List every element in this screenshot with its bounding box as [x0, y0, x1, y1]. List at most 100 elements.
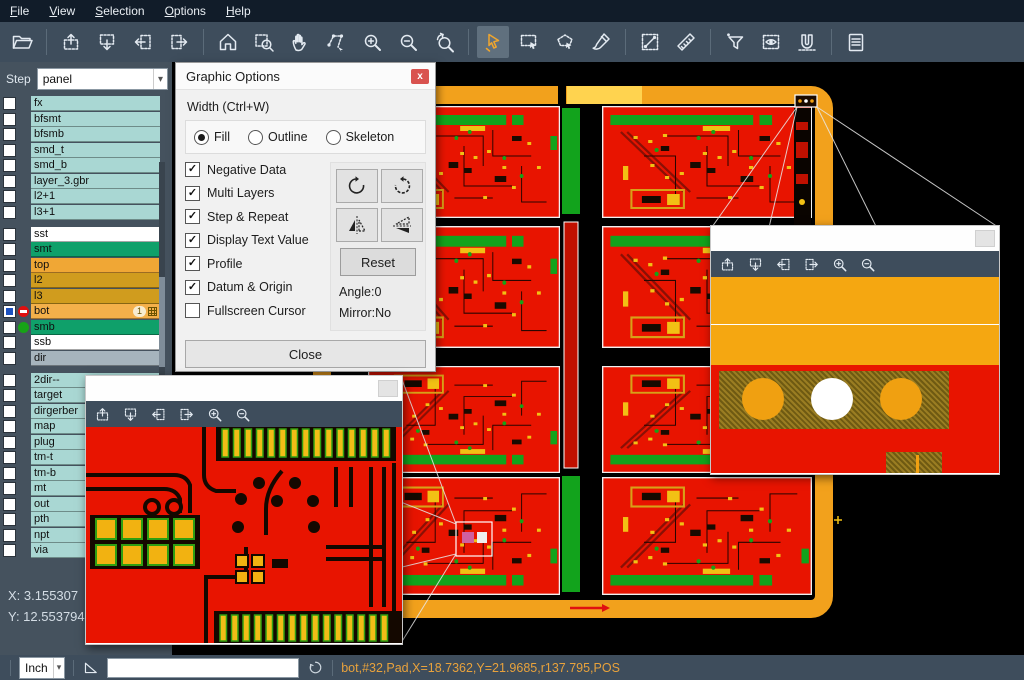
layer-visibility-checkbox[interactable] — [3, 498, 16, 511]
layer-visibility-checkbox[interactable] — [3, 451, 16, 464]
move-vertex-button[interactable] — [320, 26, 352, 58]
layer-visibility-checkbox[interactable] — [3, 159, 16, 172]
layer-row[interactable]: l3 — [0, 289, 172, 304]
magnifier-titlebar[interactable] — [86, 376, 402, 401]
filter-button[interactable] — [719, 26, 751, 58]
layer-label[interactable]: smd_b — [31, 158, 160, 173]
corner-measure-icon[interactable] — [82, 659, 99, 676]
shift-left-icon[interactable] — [150, 406, 167, 423]
open-button[interactable] — [6, 26, 38, 58]
layer-visibility-checkbox[interactable] — [3, 529, 16, 542]
chevron-down-icon[interactable]: ▾ — [153, 69, 167, 89]
layer-label[interactable]: bot 1 — [31, 304, 160, 319]
display-option-checkbox-row[interactable]: ✓ Multi Layers — [185, 186, 330, 201]
layer-row[interactable]: bfsmb — [0, 127, 172, 142]
close-button[interactable]: Close — [185, 340, 426, 368]
panel-menu-button[interactable] — [378, 380, 398, 397]
close-icon[interactable]: x — [411, 69, 429, 84]
layer-visibility-checkbox[interactable] — [3, 128, 16, 141]
menu-item[interactable]: Selection — [85, 0, 154, 22]
chevron-down-icon[interactable]: ▾ — [53, 658, 65, 678]
checkbox-icon[interactable] — [185, 303, 200, 318]
display-option-checkbox-row[interactable]: ✓ Negative Data — [185, 162, 330, 177]
zoom-out-icon[interactable] — [234, 406, 251, 423]
shift-down-icon[interactable] — [122, 406, 139, 423]
layer-visibility-checkbox[interactable] — [3, 482, 16, 495]
shift-left-button[interactable] — [127, 26, 159, 58]
display-option-checkbox-row[interactable]: ✓ Step & Repeat — [185, 209, 330, 224]
rotate-cw-button[interactable] — [336, 169, 378, 203]
measure-line-button[interactable] — [634, 26, 666, 58]
layer-row[interactable]: smb — [0, 320, 172, 335]
layer-visibility-checkbox[interactable] — [3, 405, 16, 418]
layer-row[interactable]: l2+1 — [0, 189, 172, 204]
shift-up-button[interactable] — [55, 26, 87, 58]
layer-label[interactable]: l3+1 — [31, 205, 160, 220]
layer-label[interactable]: bfsmt — [31, 112, 160, 127]
layer-visibility-checkbox[interactable] — [3, 374, 16, 387]
shift-up-icon[interactable] — [719, 256, 736, 273]
zoom-window-button[interactable] — [248, 26, 280, 58]
layer-label[interactable]: l2 — [31, 273, 160, 288]
snap-button[interactable] — [791, 26, 823, 58]
layer-visibility-checkbox[interactable] — [3, 420, 16, 433]
fill-mode-radio[interactable]: Skeleton — [326, 130, 395, 145]
layer-visibility-checkbox[interactable] — [3, 175, 16, 188]
shift-right-icon[interactable] — [178, 406, 195, 423]
checkbox-icon[interactable]: ✓ — [185, 233, 200, 248]
checkbox-icon[interactable]: ✓ — [185, 209, 200, 224]
layer-label[interactable]: top — [31, 258, 160, 273]
layer-row[interactable]: sst — [0, 227, 172, 242]
zoom-in-icon[interactable] — [831, 256, 848, 273]
magnifier-pcb-view[interactable] — [711, 277, 999, 473]
layer-label[interactable]: smt — [31, 242, 160, 257]
layer-row[interactable]: l2 — [0, 273, 172, 288]
display-option-checkbox-row[interactable]: ✓ Profile — [185, 256, 330, 271]
menu-item[interactable]: File — [0, 0, 39, 22]
zoom-in-button[interactable] — [356, 26, 388, 58]
shift-up-icon[interactable] — [94, 406, 111, 423]
shift-down-button[interactable] — [91, 26, 123, 58]
zoom-out-button[interactable] — [392, 26, 424, 58]
layer-row[interactable]: ssb — [0, 335, 172, 350]
report-button[interactable] — [840, 26, 872, 58]
layer-label[interactable]: dir — [31, 351, 160, 366]
unit-select[interactable]: Inch ▾ — [19, 657, 65, 679]
layer-label[interactable]: smd_t — [31, 143, 160, 158]
layer-visibility-checkbox[interactable] — [3, 336, 16, 349]
layer-row[interactable]: l3+1 — [0, 205, 172, 220]
layer-label[interactable]: layer_3.gbr — [31, 174, 160, 189]
layer-visibility-checkbox[interactable] — [3, 544, 16, 557]
layer-visibility-checkbox[interactable] — [3, 243, 16, 256]
layer-row[interactable]: bot 1 — [0, 304, 172, 319]
rotate-ccw-button[interactable] — [381, 169, 423, 203]
checkbox-icon[interactable]: ✓ — [185, 256, 200, 271]
home-view-button[interactable] — [212, 26, 244, 58]
layer-visibility-checkbox[interactable] — [3, 190, 16, 203]
select-polygon-button[interactable] — [549, 26, 581, 58]
layer-label[interactable]: smb — [31, 320, 160, 335]
layer-visibility-checkbox[interactable] — [3, 228, 16, 241]
ruler-button[interactable] — [670, 26, 702, 58]
layer-row[interactable]: bfsmt — [0, 112, 172, 127]
layer-visibility-checkbox[interactable] — [3, 259, 16, 272]
layer-visibility-checkbox[interactable] — [3, 389, 16, 402]
magnifier-titlebar[interactable] — [711, 226, 999, 251]
layer-visibility-checkbox[interactable] — [3, 467, 16, 480]
layer-row[interactable]: dir — [0, 351, 172, 366]
layer-row[interactable]: fx — [0, 96, 172, 111]
magnifier-window-right[interactable] — [710, 225, 1000, 475]
layer-row[interactable]: smd_b — [0, 158, 172, 173]
magnifier-window-left[interactable] — [85, 375, 403, 645]
zoom-in-icon[interactable] — [206, 406, 223, 423]
zoom-previous-button[interactable] — [428, 26, 460, 58]
layer-label[interactable]: l3 — [31, 289, 160, 304]
radio-icon[interactable] — [194, 130, 209, 145]
zoom-out-icon[interactable] — [859, 256, 876, 273]
layer-row[interactable]: smt — [0, 242, 172, 257]
shift-right-icon[interactable] — [803, 256, 820, 273]
layer-visibility-checkbox[interactable] — [3, 436, 16, 449]
fill-mode-radio[interactable]: Outline — [248, 130, 308, 145]
layer-label[interactable]: bfsmb — [31, 127, 160, 142]
command-input[interactable] — [107, 658, 299, 678]
